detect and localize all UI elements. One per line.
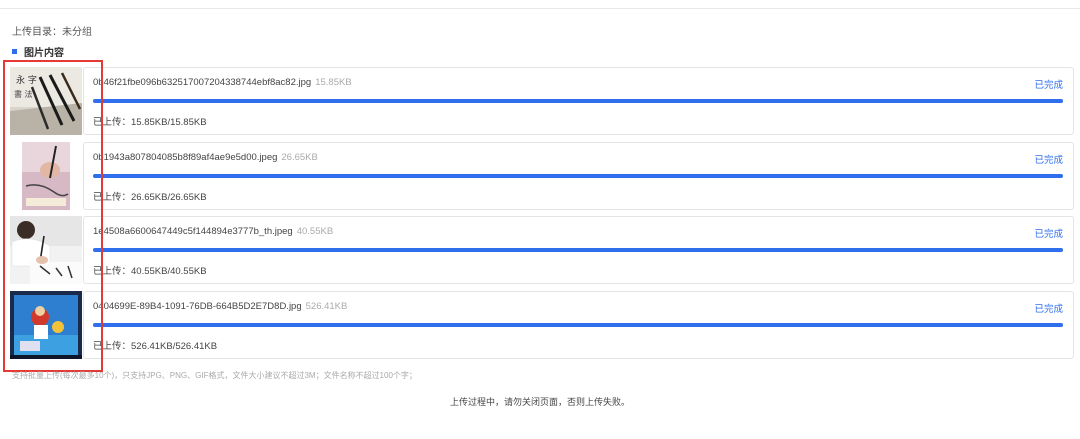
file-thumbnail[interactable]: 永 字 書 法 <box>10 67 82 135</box>
file-name: 0b46f21fbe096b632517007204338744ebf8ac82… <box>93 77 312 88</box>
status-completed: 已完成 <box>1034 155 1063 166</box>
upload-directory-label: 上传目录：未分组 <box>12 27 92 38</box>
progress-fill <box>93 99 1063 103</box>
status-completed: 已完成 <box>1034 304 1063 315</box>
file-item: 永 字 書 法 0b46f21fbe096b632517007204338744… <box>10 67 1074 135</box>
file-size: 526.41KB <box>305 301 348 312</box>
section-title-text: 图片内容 <box>24 48 64 59</box>
section-marker-icon <box>12 49 17 54</box>
top-bar <box>0 0 1080 9</box>
file-card: 0b1943a807804085b8f89af4ae9e5d00.jpeg 26.… <box>83 142 1074 210</box>
file-name: 0b1943a807804085b8f89af4ae9e5d00.jpeg <box>93 152 278 163</box>
status-completed: 已完成 <box>1034 80 1063 91</box>
progress-fill <box>93 323 1063 327</box>
file-thumbnail[interactable] <box>10 142 82 210</box>
person-writing-image <box>10 216 82 284</box>
svg-text:書 法: 書 法 <box>14 89 33 99</box>
calligraphy-brushes-image: 永 字 書 法 <box>10 67 82 135</box>
painting-hand-image <box>10 142 82 210</box>
uploaded-text: 已上传：26.65KB/26.65KB <box>93 192 207 203</box>
progress-bar <box>93 323 1063 327</box>
progress-bar <box>93 248 1063 252</box>
file-item: 1e4508a6600647449c5f144894e3777b_th.jpeg… <box>10 216 1074 284</box>
progress-fill <box>93 248 1063 252</box>
uploaded-text: 已上传：40.55KB/40.55KB <box>93 266 207 277</box>
upload-hint: 支持批量上传(每次最多10个)，只支持JPG、PNG、GIF格式，文件大小建议不… <box>12 371 417 380</box>
svg-text:永 字: 永 字 <box>16 74 37 86</box>
file-size: 40.55KB <box>296 226 334 237</box>
file-card: 0b46f21fbe096b632517007204338744ebf8ac82… <box>83 67 1074 135</box>
file-item: 0b1943a807804085b8f89af4ae9e5d00.jpeg 26.… <box>10 142 1074 210</box>
progress-bar <box>93 174 1063 178</box>
file-name: 1e4508a6600647449c5f144894e3777b_th.jpeg <box>93 226 293 237</box>
uploaded-text: 已上传：526.41KB/526.41KB <box>93 341 218 352</box>
file-size: 15.85KB <box>315 77 352 88</box>
file-item: 0404699E-89B4-1091-76DB-664B5D2E7D8D.jpg… <box>10 291 1074 359</box>
file-card: 1e4508a6600647449c5f144894e3777b_th.jpeg… <box>83 216 1074 284</box>
file-size: 26.65KB <box>281 152 318 163</box>
upload-warning: 上传过程中，请勿关闭页面，否则上传失败。 <box>449 397 630 407</box>
file-thumbnail[interactable] <box>10 216 82 284</box>
file-card: 0404699E-89B4-1091-76DB-664B5D2E7D8D.jpg… <box>83 291 1074 359</box>
uploaded-text: 已上传：15.85KB/15.85KB <box>93 117 207 128</box>
file-name: 0404699E-89B4-1091-76DB-664B5D2E7D8D.jpg <box>93 301 302 312</box>
status-completed: 已完成 <box>1034 229 1063 240</box>
section-title: 图片内容 <box>12 44 64 59</box>
cartoon-screenshot-image <box>10 291 82 359</box>
file-thumbnail[interactable] <box>10 291 82 359</box>
progress-fill <box>93 174 1063 178</box>
progress-bar <box>93 99 1063 103</box>
